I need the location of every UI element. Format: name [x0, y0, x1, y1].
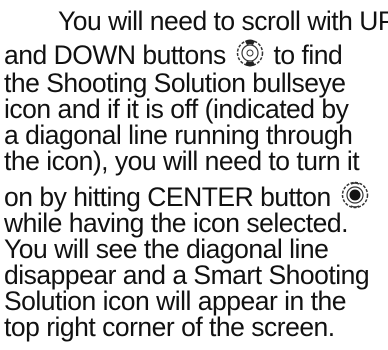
text-line-6: the icon), you will need to turn it — [4, 146, 360, 176]
text-line-12: top right corner of the screen. — [4, 312, 335, 342]
text-line-10: disappear and a Smart Shooting — [4, 260, 370, 290]
text-line-2a: and DOWN buttons — [4, 40, 226, 70]
text-line-1: You will need to scroll with UP — [58, 6, 388, 36]
text-line-8: while having the icon selected. — [4, 208, 348, 238]
text-line-9: You will see the diagonal line — [4, 234, 329, 264]
center-button-icon — [341, 180, 369, 210]
up-down-buttons-icon — [236, 38, 264, 68]
text-line-4: icon and if it is off (indicated by — [4, 94, 349, 124]
text-line-3: the Shooting Solution bullseye — [4, 68, 346, 98]
text-line-5: a diagonal line running through — [4, 120, 353, 150]
text-line-2b: to find — [273, 40, 343, 70]
text-line-11: Solution icon will appear in the — [4, 286, 346, 316]
instruction-paragraph: You will need to scroll with UP and DOWN… — [0, 0, 388, 350]
